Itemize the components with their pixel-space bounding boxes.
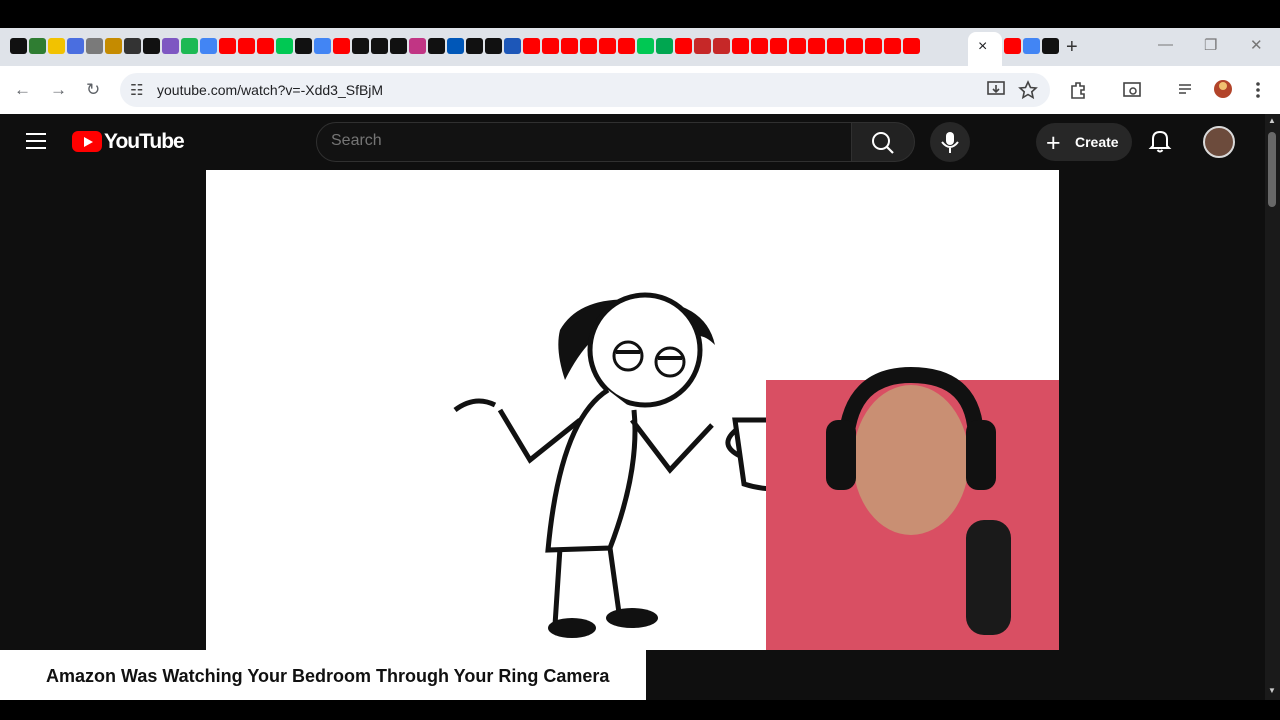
- guide-menu-icon[interactable]: [26, 133, 46, 149]
- video-title: Amazon Was Watching Your Bedroom Through…: [46, 666, 610, 686]
- pinned-tab-favicon-21[interactable]: [390, 38, 407, 54]
- pinned-tab-favicon-24[interactable]: [447, 38, 464, 54]
- pinned-tab-favicon-15[interactable]: [276, 38, 293, 54]
- pinned-tab-favicon-6[interactable]: [105, 38, 122, 54]
- scrollbar-thumb[interactable]: [1268, 132, 1276, 207]
- forward-button[interactable]: →: [50, 80, 67, 100]
- youtube-logo-icon[interactable]: [72, 131, 102, 152]
- trailing-tab-icons: [1004, 38, 1059, 54]
- pinned-tab-favicon-43[interactable]: [808, 38, 825, 54]
- pinned-tab-favicon-14[interactable]: [257, 38, 274, 54]
- trailing-tab-favicon-1[interactable]: [1004, 38, 1021, 54]
- pinned-tab-favicon-13[interactable]: [238, 38, 255, 54]
- tab-close-icon[interactable]: ×: [978, 38, 987, 56]
- streamer-webcam-overlay: [766, 366, 1059, 650]
- pinned-tab-favicon-26[interactable]: [485, 38, 502, 54]
- youtube-wordmark[interactable]: YouTube: [104, 130, 185, 154]
- microphone-icon: [941, 132, 959, 153]
- pinned-tab-favicon-48[interactable]: [903, 38, 920, 54]
- create-label: Create: [1075, 134, 1119, 150]
- video-frame: [453, 292, 1059, 650]
- pinned-tab-favicon-31[interactable]: [580, 38, 597, 54]
- pinned-tab-favicon-32[interactable]: [599, 38, 616, 54]
- video-player[interactable]: [206, 170, 1059, 650]
- pinned-tab-favicon-19[interactable]: [352, 38, 369, 54]
- pinned-tab-favicon-37[interactable]: [694, 38, 711, 54]
- pinned-tab-favicon-30[interactable]: [561, 38, 578, 54]
- plus-icon: +: [1046, 129, 1061, 157]
- pinned-tab-favicon-11[interactable]: [200, 38, 217, 54]
- tab-strip: [0, 28, 1280, 66]
- pinned-tab-favicon-44[interactable]: [827, 38, 844, 54]
- pinned-tab-favicon-34[interactable]: [637, 38, 654, 54]
- cartoon-figure: [453, 292, 813, 638]
- install-app-icon[interactable]: [986, 80, 1006, 98]
- pinned-tab-favicon-9[interactable]: [162, 38, 179, 54]
- pinned-tab-favicon-10[interactable]: [181, 38, 198, 54]
- url-text[interactable]: youtube.com/watch?v=-Xdd3_SfBjM: [157, 82, 383, 98]
- pinned-tab-favicon-47[interactable]: [884, 38, 901, 54]
- account-avatar[interactable]: [1203, 126, 1235, 158]
- search-button[interactable]: [851, 122, 915, 162]
- trailing-tab-favicon-2[interactable]: [1023, 38, 1040, 54]
- pinned-tab-favicon-40[interactable]: [751, 38, 768, 54]
- media-controls-icon[interactable]: [1176, 80, 1196, 100]
- voice-search-button[interactable]: [930, 122, 970, 162]
- restore-button[interactable]: ❐: [1204, 36, 1217, 54]
- pinned-tab-favicon-23[interactable]: [428, 38, 445, 54]
- pinned-tab-favicon-36[interactable]: [675, 38, 692, 54]
- pinned-tab-favicon-12[interactable]: [219, 38, 236, 54]
- pinned-tab-favicon-3[interactable]: [48, 38, 65, 54]
- back-button[interactable]: ←: [14, 80, 31, 100]
- pinned-tab-favicon-22[interactable]: [409, 38, 426, 54]
- pinned-tab-favicon-42[interactable]: [789, 38, 806, 54]
- pinned-tab-favicon-17[interactable]: [314, 38, 331, 54]
- scroll-up-arrow[interactable]: ▲: [1268, 116, 1276, 125]
- pinned-tab-favicon-35[interactable]: [656, 38, 673, 54]
- pinned-tab-favicon-39[interactable]: [732, 38, 749, 54]
- search-input[interactable]: [331, 132, 831, 150]
- notifications-bell-icon[interactable]: [1148, 128, 1172, 154]
- search-icon: [872, 132, 894, 154]
- screen-top-border: [0, 0, 1280, 28]
- pinned-tab-favicon-8[interactable]: [143, 38, 160, 54]
- pinned-tab-favicon-7[interactable]: [124, 38, 141, 54]
- pinned-tab-favicon-18[interactable]: [333, 38, 350, 54]
- browser-menu-icon[interactable]: [1250, 80, 1266, 100]
- scroll-down-arrow[interactable]: ▼: [1268, 686, 1276, 695]
- pinned-tab-favicon-2[interactable]: [29, 38, 46, 54]
- site-info-icon[interactable]: ☷: [130, 81, 143, 99]
- pinned-tab-favicon-28[interactable]: [523, 38, 540, 54]
- pinned-tab-favicon-5[interactable]: [86, 38, 103, 54]
- bookmark-star-icon[interactable]: [1018, 80, 1038, 100]
- new-tab-button[interactable]: +: [1066, 36, 1078, 59]
- screen-bottom-border: [0, 700, 1280, 720]
- pinned-tab-favicon-1[interactable]: [10, 38, 27, 54]
- minimize-button[interactable]: —: [1158, 36, 1173, 53]
- tab-search-icon[interactable]: [1122, 80, 1142, 100]
- pinned-tab-favicon-33[interactable]: [618, 38, 635, 54]
- extensions-icon[interactable]: [1068, 80, 1088, 100]
- pinned-tab-favicon-29[interactable]: [542, 38, 559, 54]
- pinned-tab-favicon-20[interactable]: [371, 38, 388, 54]
- trailing-tab-favicon-3[interactable]: [1042, 38, 1059, 54]
- profile-avatar-icon[interactable]: [1212, 78, 1234, 100]
- reload-button[interactable]: ↻: [86, 80, 100, 100]
- pinned-tab-icons: [10, 38, 920, 56]
- pinned-tab-favicon-38[interactable]: [713, 38, 730, 54]
- close-window-button[interactable]: ✕: [1250, 36, 1263, 54]
- pinned-tab-favicon-25[interactable]: [466, 38, 483, 54]
- pinned-tab-favicon-16[interactable]: [295, 38, 312, 54]
- pinned-tab-favicon-27[interactable]: [504, 38, 521, 54]
- pinned-tab-favicon-45[interactable]: [846, 38, 863, 54]
- pinned-tab-favicon-46[interactable]: [865, 38, 882, 54]
- pinned-tab-favicon-4[interactable]: [67, 38, 84, 54]
- pinned-tab-favicon-41[interactable]: [770, 38, 787, 54]
